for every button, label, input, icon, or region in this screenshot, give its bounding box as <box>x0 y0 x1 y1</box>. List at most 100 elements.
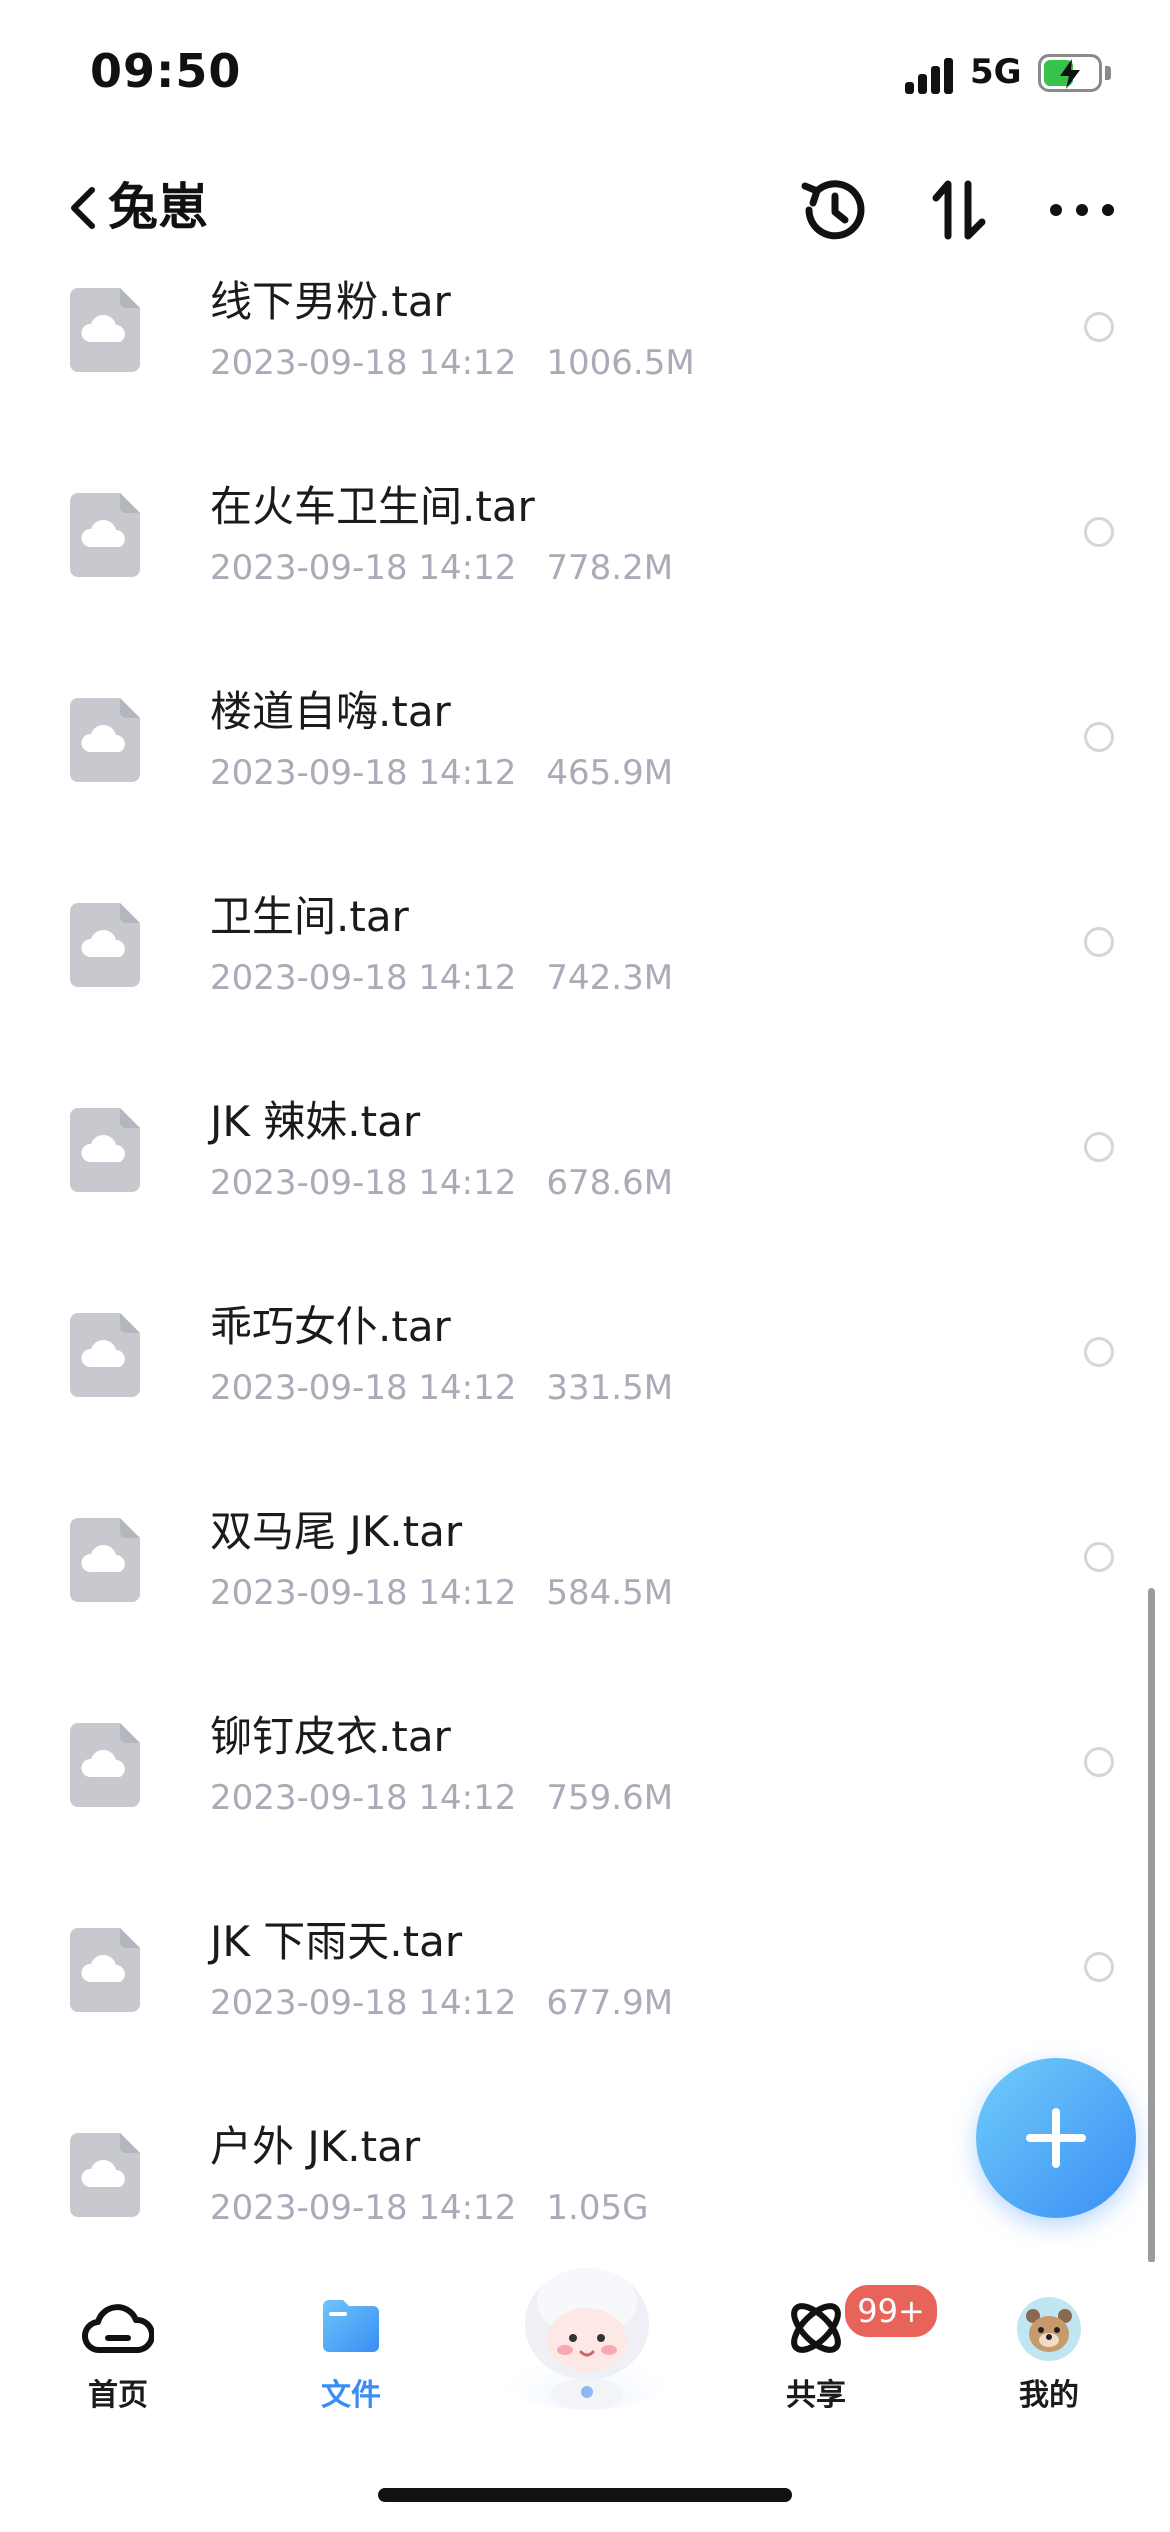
file-size: 1006.5M <box>546 343 695 383</box>
file-name: 线下男粉.tar <box>210 277 451 326</box>
file-size: 759.6M <box>546 1778 674 1818</box>
file-date: 2023-09-18 14:12 <box>210 548 517 588</box>
tab-label: 我的 <box>1019 2378 1079 2413</box>
sort-button[interactable] <box>922 172 998 248</box>
file-list: 线下男粉.tar 2023-09-18 14:12 1006.5M 在火车卫生间.… <box>0 270 1170 2260</box>
nav-bar: 兔崽 <box>0 150 1170 270</box>
more-button[interactable] <box>1044 172 1120 248</box>
select-radio[interactable] <box>1084 1747 1114 1777</box>
file-meta: 2023-09-18 14:12 677.9M <box>210 1980 673 2026</box>
tab-label: 共享 <box>786 2378 846 2413</box>
select-radio[interactable] <box>1084 312 1114 342</box>
file-meta: 2023-09-18 14:12 584.5M <box>210 1570 673 1616</box>
cloud-file-icon <box>70 493 140 577</box>
tab-me[interactable]: 我的 <box>969 2296 1129 2426</box>
cloud-file-icon <box>70 1518 140 1602</box>
add-button[interactable] <box>976 2058 1136 2218</box>
network-label: 5G <box>970 52 1022 92</box>
tab-files[interactable]: 文件 <box>271 2296 431 2426</box>
file-date: 2023-09-18 14:12 <box>210 753 517 793</box>
file-meta: 2023-09-18 14:12 331.5M <box>210 1365 673 1411</box>
tab-label: 文件 <box>321 2378 381 2413</box>
file-row[interactable]: JK 辣妹.tar 2023-09-18 14:12 678.6M <box>0 1090 1170 1296</box>
file-date: 2023-09-18 14:12 <box>210 1573 517 1613</box>
status-bar: 09:50 5G <box>0 0 1170 150</box>
file-name: 卫生间.tar <box>210 892 409 941</box>
cloud-file-icon <box>70 1313 140 1397</box>
file-size: 742.3M <box>546 958 674 998</box>
tab-label: 首页 <box>88 2378 148 2413</box>
file-date: 2023-09-18 14:12 <box>210 958 517 998</box>
mascot-icon <box>499 2268 675 2410</box>
file-name: 铆钉皮衣.tar <box>210 1712 451 1761</box>
status-time: 09:50 <box>90 44 242 98</box>
cloud-file-icon <box>70 903 140 987</box>
history-button[interactable] <box>795 172 871 248</box>
cloud-file-icon <box>70 1928 140 2012</box>
file-meta: 2023-09-18 14:12 1.05G <box>210 2185 648 2231</box>
select-radio[interactable] <box>1084 722 1114 752</box>
scrollbar[interactable] <box>1148 1588 1155 2263</box>
cloud-file-icon <box>70 1108 140 1192</box>
file-row[interactable]: 双马尾 JK.tar 2023-09-18 14:12 584.5M <box>0 1500 1170 1706</box>
back-icon <box>71 187 95 229</box>
file-row[interactable]: 卫生间.tar 2023-09-18 14:12 742.3M <box>0 885 1170 1091</box>
file-date: 2023-09-18 14:12 <box>210 1163 517 1203</box>
file-size: 677.9M <box>546 1983 674 2023</box>
cloud-file-icon <box>70 2133 140 2217</box>
home-indicator[interactable] <box>378 2488 792 2502</box>
file-size: 465.9M <box>546 753 674 793</box>
sort-icon <box>932 180 986 240</box>
file-row[interactable]: 铆钉皮衣.tar 2023-09-18 14:12 759.6M <box>0 1705 1170 1911</box>
file-date: 2023-09-18 14:12 <box>210 2188 517 2228</box>
file-meta: 2023-09-18 14:12 778.2M <box>210 545 673 591</box>
file-row[interactable]: 楼道自嗨.tar 2023-09-18 14:12 465.9M <box>0 680 1170 886</box>
back-button[interactable] <box>62 172 112 242</box>
select-radio[interactable] <box>1084 1337 1114 1367</box>
select-radio[interactable] <box>1084 1132 1114 1162</box>
file-date: 2023-09-18 14:12 <box>210 343 517 383</box>
file-name: 双马尾 JK.tar <box>210 1507 463 1556</box>
file-date: 2023-09-18 14:12 <box>210 1778 517 1818</box>
file-row[interactable]: 线下男粉.tar 2023-09-18 14:12 1006.5M <box>0 270 1170 476</box>
plus-icon <box>1026 2108 1086 2168</box>
history-icon <box>801 180 865 240</box>
file-name: JK 下雨天.tar <box>210 1917 463 1966</box>
file-meta: 2023-09-18 14:12 742.3M <box>210 955 673 1001</box>
file-name: 在火车卫生间.tar <box>210 482 535 531</box>
page-title: 兔崽 <box>108 178 208 236</box>
cloud-icon <box>82 2304 154 2354</box>
file-size: 778.2M <box>546 548 674 588</box>
avatar-icon <box>1017 2297 1081 2361</box>
tab-home[interactable]: 首页 <box>38 2296 198 2426</box>
file-size: 1.05G <box>546 2188 649 2228</box>
select-radio[interactable] <box>1084 1542 1114 1572</box>
file-name: 楼道自嗨.tar <box>210 687 451 736</box>
battery-nub <box>1105 66 1111 80</box>
file-meta: 2023-09-18 14:12 759.6M <box>210 1775 673 1821</box>
file-size: 584.5M <box>546 1573 674 1613</box>
file-date: 2023-09-18 14:12 <box>210 1368 517 1408</box>
file-meta: 2023-09-18 14:12 465.9M <box>210 750 673 796</box>
select-radio[interactable] <box>1084 927 1114 957</box>
file-name: JK 辣妹.tar <box>210 1097 421 1146</box>
cloud-file-icon <box>70 1723 140 1807</box>
folder-icon <box>323 2300 379 2352</box>
mascot-button[interactable] <box>497 2262 677 2410</box>
file-name: 乖巧女仆.tar <box>210 1302 451 1351</box>
file-size: 331.5M <box>546 1368 674 1408</box>
file-size: 678.6M <box>546 1163 674 1203</box>
cloud-file-icon <box>70 288 140 372</box>
file-row[interactable]: 乖巧女仆.tar 2023-09-18 14:12 331.5M <box>0 1295 1170 1501</box>
signal-icon <box>905 58 957 94</box>
file-row[interactable]: 在火车卫生间.tar 2023-09-18 14:12 778.2M <box>0 475 1170 681</box>
battery-icon <box>1038 54 1102 92</box>
file-name: 户外 JK.tar <box>210 2122 421 2171</box>
share-badge: 99+ <box>842 2282 940 2340</box>
file-date: 2023-09-18 14:12 <box>210 1983 517 2023</box>
file-meta: 2023-09-18 14:12 678.6M <box>210 1160 673 1206</box>
select-radio[interactable] <box>1084 1952 1114 1982</box>
more-icon <box>1050 204 1114 216</box>
share-orbit-icon <box>791 2303 841 2353</box>
select-radio[interactable] <box>1084 517 1114 547</box>
